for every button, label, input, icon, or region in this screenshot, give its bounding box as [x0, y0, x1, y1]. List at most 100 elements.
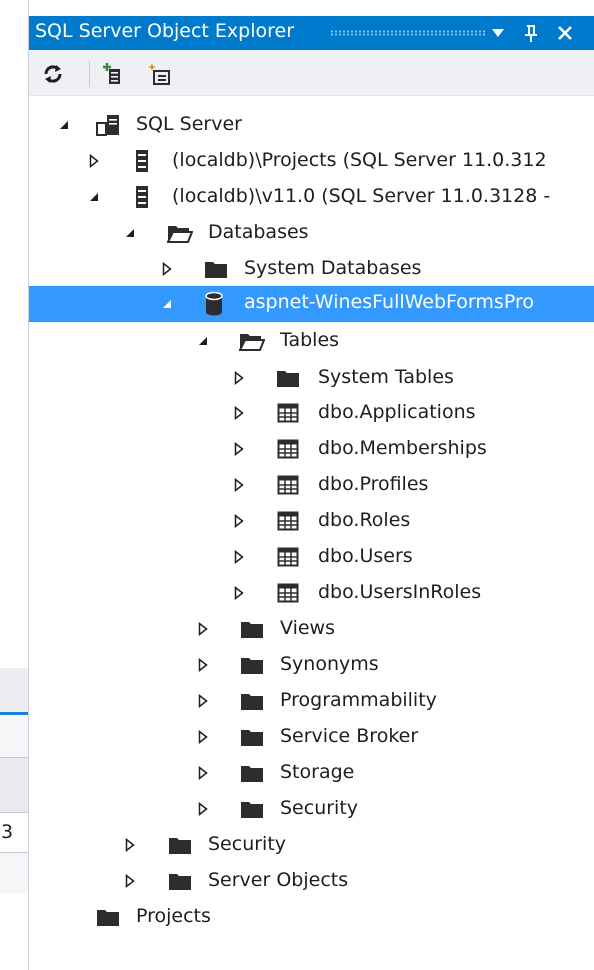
- expand-icon[interactable]: [229, 503, 249, 539]
- folder-icon: [273, 360, 303, 396]
- tree-label: dbo.Profiles: [318, 473, 429, 495]
- tree-label: aspnet-WinesFullWebFormsPro: [244, 291, 534, 313]
- tree-label: Programmability: [280, 689, 437, 711]
- folder-icon: [93, 899, 123, 935]
- tree-node-table[interactable]: dbo.Applications: [29, 395, 594, 431]
- tree-label: Security: [280, 797, 359, 819]
- expand-icon[interactable]: [193, 791, 213, 827]
- tree-label: Synonyms: [280, 653, 379, 675]
- title-bar: SQL Server Object Explorer: [29, 16, 594, 50]
- tree-label: (localdb)\Projects (SQL Server 11.0.312: [172, 149, 547, 171]
- tree-node-table[interactable]: dbo.Profiles: [29, 467, 594, 503]
- tree-label: dbo.Memberships: [318, 437, 487, 459]
- collapse-icon[interactable]: [84, 179, 104, 215]
- expand-icon[interactable]: [84, 143, 104, 179]
- tree-label: Projects: [136, 905, 211, 927]
- server-instance-icon: [127, 179, 157, 215]
- add-sql-server-icon[interactable]: [101, 60, 129, 88]
- tree-node-projects[interactable]: Projects: [29, 899, 594, 935]
- collapse-icon[interactable]: [157, 286, 177, 322]
- folder-icon: [237, 719, 267, 755]
- toolbar-separator: [89, 61, 90, 87]
- expand-icon[interactable]: [229, 539, 249, 575]
- expand-icon[interactable]: [157, 251, 177, 287]
- open-folder-icon: [165, 215, 195, 251]
- expand-icon[interactable]: [193, 755, 213, 791]
- table-icon: [273, 431, 303, 467]
- background-cell-text: 3: [1, 821, 14, 843]
- folder-icon: [237, 611, 267, 647]
- tree-node-localdb-projects[interactable]: (localdb)\Projects (SQL Server 11.0.312: [29, 143, 594, 179]
- dropdown-icon[interactable]: [486, 20, 510, 46]
- expand-icon[interactable]: [193, 719, 213, 755]
- tree-label: System Tables: [318, 366, 454, 388]
- folder-icon: [237, 791, 267, 827]
- tree-node-system-databases[interactable]: System Databases: [29, 251, 594, 287]
- expand-icon[interactable]: [193, 611, 213, 647]
- tree-node-table[interactable]: dbo.Users: [29, 539, 594, 575]
- tree-node-views[interactable]: Views: [29, 611, 594, 647]
- table-icon: [273, 467, 303, 503]
- tree-label: Storage: [280, 761, 355, 783]
- tree-label: Databases: [208, 221, 309, 243]
- tree-node-table[interactable]: dbo.Roles: [29, 503, 594, 539]
- expand-icon[interactable]: [229, 360, 249, 396]
- tree-node-sql-server[interactable]: SQL Server: [29, 107, 594, 143]
- expand-icon[interactable]: [120, 827, 140, 863]
- tree-node-table[interactable]: dbo.UsersInRoles: [29, 575, 594, 611]
- tree-node-tables[interactable]: Tables: [29, 323, 594, 359]
- tree-label: (localdb)\v11.0 (SQL Server 11.0.3128 -: [172, 185, 551, 207]
- tree-label: dbo.Roles: [318, 509, 411, 531]
- tree-node-synonyms[interactable]: Synonyms: [29, 647, 594, 683]
- expand-icon[interactable]: [229, 575, 249, 611]
- sql-server-icon: [93, 107, 123, 143]
- sql-server-object-explorer: SQL Server Object Explorer SQL Server (l…: [28, 0, 594, 970]
- folder-icon: [237, 683, 267, 719]
- folder-icon: [201, 251, 231, 287]
- tree-node-programmability[interactable]: Programmability: [29, 683, 594, 719]
- tree-node-localdb-v11[interactable]: (localdb)\v11.0 (SQL Server 11.0.3128 -: [29, 179, 594, 215]
- tree-label: dbo.Users: [318, 545, 413, 567]
- tree-node-databases[interactable]: Databases: [29, 215, 594, 251]
- folder-icon: [165, 827, 195, 863]
- tree-node-server-objects[interactable]: Server Objects: [29, 863, 594, 899]
- tree-node-server-security[interactable]: Security: [29, 827, 594, 863]
- database-icon: [199, 286, 229, 322]
- expand-icon[interactable]: [120, 863, 140, 899]
- tree-label: SQL Server: [136, 113, 242, 135]
- open-folder-icon: [237, 323, 267, 359]
- tree-node-database-security[interactable]: Security: [29, 791, 594, 827]
- expand-icon[interactable]: [229, 467, 249, 503]
- table-icon: [273, 539, 303, 575]
- table-icon: [273, 395, 303, 431]
- collapse-icon[interactable]: [120, 215, 140, 251]
- collapse-icon[interactable]: [54, 107, 74, 143]
- pane-title: SQL Server Object Explorer: [35, 20, 295, 42]
- tree-node-storage[interactable]: Storage: [29, 755, 594, 791]
- tree-node-aspnet-database[interactable]: aspnet-WinesFullWebFormsPro: [29, 286, 594, 322]
- folder-icon: [237, 647, 267, 683]
- tree-label: System Databases: [244, 257, 422, 279]
- tree-label: Service Broker: [280, 725, 419, 747]
- collapse-icon[interactable]: [193, 323, 213, 359]
- tree-label: Server Objects: [208, 869, 349, 891]
- close-icon[interactable]: [553, 20, 577, 46]
- title-grip: [330, 30, 485, 36]
- tree-node-table[interactable]: dbo.Memberships: [29, 431, 594, 467]
- toolbar: [29, 50, 594, 96]
- tree-node-system-tables[interactable]: System Tables: [29, 360, 594, 396]
- tree-label: dbo.Applications: [318, 401, 476, 423]
- pin-icon[interactable]: [519, 20, 543, 46]
- table-icon: [273, 575, 303, 611]
- expand-icon[interactable]: [229, 395, 249, 431]
- new-query-icon[interactable]: [145, 60, 173, 88]
- tree-label: dbo.UsersInRoles: [318, 581, 482, 603]
- refresh-icon[interactable]: [39, 60, 67, 88]
- server-instance-icon: [127, 143, 157, 179]
- tree-label: Views: [280, 617, 335, 639]
- expand-icon[interactable]: [193, 647, 213, 683]
- expand-icon[interactable]: [229, 431, 249, 467]
- tree-node-service-broker[interactable]: Service Broker: [29, 719, 594, 755]
- folder-icon: [237, 755, 267, 791]
- expand-icon[interactable]: [193, 683, 213, 719]
